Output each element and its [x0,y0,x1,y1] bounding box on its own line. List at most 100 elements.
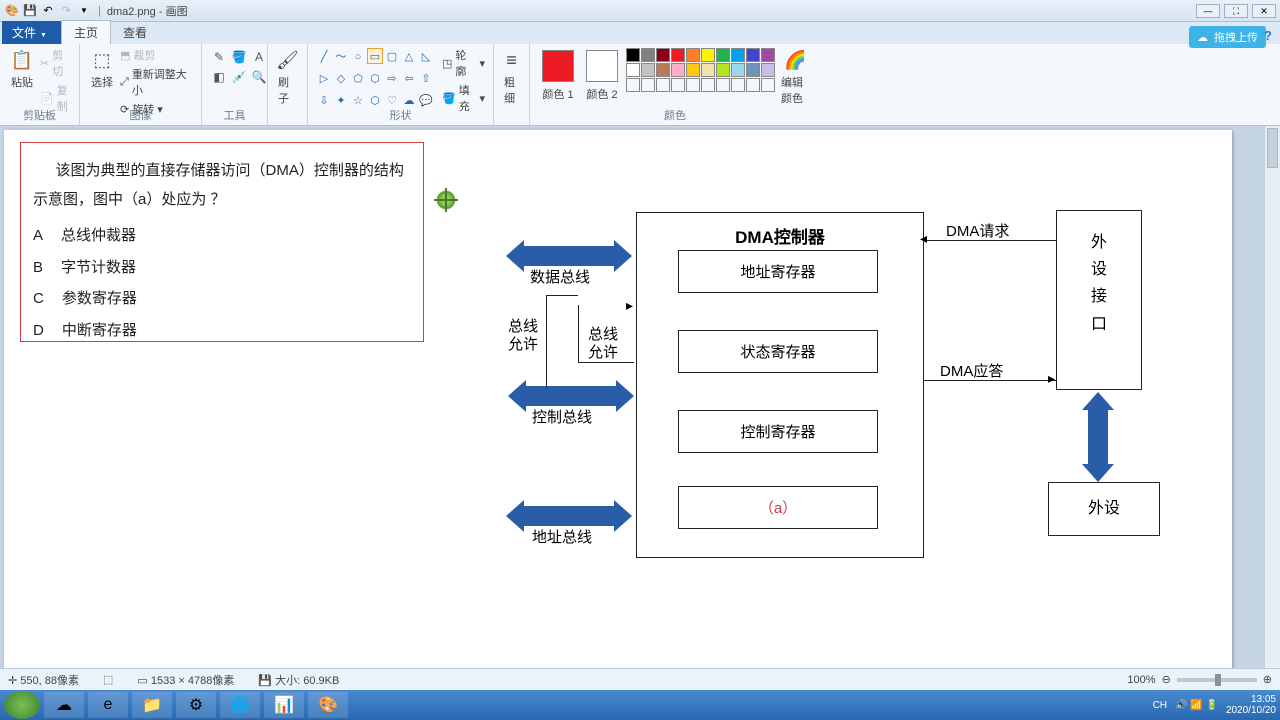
close-button[interactable]: ✕ [1252,4,1276,18]
control-bus-arrow [524,386,618,406]
taskbar-paint[interactable]: 🎨 [308,692,348,718]
dma-ack-label: DMA应答 [940,360,1003,381]
tab-bar: 文件 主页 查看 [0,22,1280,44]
pencil-tool[interactable]: ✎ [210,48,228,66]
address-bus-label: 地址总线 [532,526,592,547]
taskbar-app-3[interactable]: 📊 [264,692,304,718]
system-tray[interactable]: CH 🔊 📶 🔋 13:05 2020/10/20 [1153,694,1276,716]
text-tool[interactable]: A [250,48,268,66]
option-b: B字节计数器 [33,254,411,283]
size-group: ≡粗细 [494,44,530,125]
outline-button[interactable]: ◳轮廓 ▾ [440,46,487,80]
scrollbar-thumb[interactable] [1267,128,1278,168]
bus-allow-2: 总线允许 [586,326,620,362]
resize-button[interactable]: ⤢重新调整大小 [118,65,195,99]
data-bus-label: 数据总线 [530,266,590,287]
help-icon[interactable]: ? [1264,28,1272,43]
resize-icon: ⤢ [120,76,129,89]
color1-swatch [542,50,574,82]
color2-button[interactable]: 颜色 2 [580,46,624,104]
maximize-button[interactable]: ⛶ [1224,4,1248,18]
window-controls: — ⛶ ✕ [1196,4,1276,18]
device-box: 外设 [1048,482,1160,536]
vertical-scrollbar[interactable] [1264,126,1280,668]
select-icon: ⬚ [90,48,114,72]
minimize-button[interactable]: — [1196,4,1220,18]
titlebar: 🎨 💾 ↶ ↷ ▼ | dma2.png - 画图 — ⛶ ✕ [0,0,1280,22]
home-tab[interactable]: 主页 [61,20,111,44]
file-tab[interactable]: 文件 [2,21,61,44]
cloud-icon: ☁ [1197,31,1208,44]
outline-icon: ◳ [442,57,452,70]
size-button[interactable]: ≡粗细 [500,46,523,108]
color2-swatch [586,50,618,82]
option-c: C参数寄存器 [33,285,411,314]
shapes-group-label: 形状 [308,107,493,123]
cursor-position: ✛ 550, 88像素 [8,672,79,688]
color1-button[interactable]: 颜色 1 [536,46,580,104]
qat-dropdown-icon[interactable]: ▼ [76,3,92,19]
save-icon[interactable]: 💾 [22,3,38,19]
clipboard-group-label: 剪贴板 [0,107,79,123]
app-icon: 🎨 [4,3,20,19]
control-bus-label: 控制总线 [532,406,592,427]
crosshair-cursor [436,190,456,210]
shapes-gallery[interactable]: ╱〜○▭▢△◺ ▷◇⬠⬡⇨⇦⇧ ⇩✦☆⬡♡☁💬 [314,46,436,115]
selection-size: ⬚ [103,673,113,686]
canvas[interactable]: 该图为典型的直接存储器访问（DMA）控制器的结构示意图，图中（a）处应为 ？ A… [4,130,1232,668]
edit-colors-button[interactable]: 🌈编辑颜色 [777,46,814,108]
ribbon: 📋粘贴 ✂剪切 📄复制 剪贴板 ⬚选择 ⬒裁剪 ⤢重新调整大小 ⟳旋转 ▾ 图像… [0,44,1280,126]
start-button[interactable] [4,691,40,719]
address-bus-arrow [522,506,616,526]
brush-group: 🖌刷子 [268,44,308,125]
allow-arrowhead: ▸ [626,297,633,314]
address-register: 地址寄存器 [678,250,878,293]
req-arrowhead: ◂ [920,230,927,247]
taskbar-app-1[interactable]: ☁ [44,692,84,718]
cut-icon: ✂ [40,57,49,70]
control-register: 控制寄存器 [678,410,878,453]
tray-icons[interactable]: 🔊 📶 🔋 [1175,700,1218,711]
brush-button[interactable]: 🖌刷子 [274,46,301,108]
tools-group: ✎ 🪣 A ◧ 💉 🔍 工具 [202,44,268,125]
clock-time: 13:05 [1226,694,1276,705]
color-palette[interactable] [624,46,777,94]
option-a: A总线仲裁器 [33,222,411,251]
zoom-slider[interactable] [1177,678,1257,682]
eraser-tool[interactable]: ◧ [210,68,228,86]
colors-group-label: 颜色 [530,107,820,123]
size-icon: ≡ [500,48,524,72]
fillshape-icon: 🪣 [442,92,456,105]
brush-icon: 🖌 [276,48,300,72]
picker-tool[interactable]: 💉 [230,68,248,86]
option-d: D中断寄存器 [33,317,411,346]
taskbar-ie[interactable]: e [88,692,128,718]
redo-icon[interactable]: ↷ [58,3,74,19]
iface-char: 口 [1057,311,1141,338]
data-bus-arrow [522,246,616,266]
lang-indicator[interactable]: CH [1153,700,1167,711]
file-size: 💾 大小: 60.9KB [258,672,339,688]
taskbar-app-2[interactable]: ⚙ [176,692,216,718]
zoom-control[interactable]: 100% ⊖ ⊕ [1127,673,1272,686]
blank-register-a: （a） [678,486,878,529]
dma-request-label: DMA请求 [946,220,1009,241]
view-tab[interactable]: 查看 [111,21,159,44]
paste-button[interactable]: 📋粘贴 [6,46,38,115]
iface-char: 外 [1057,229,1141,256]
colors-group: 颜色 1 颜色 2 🌈编辑颜色 颜色 [530,44,820,125]
crop-button: ⬒裁剪 [118,46,195,64]
taskbar-explorer[interactable]: 📁 [132,692,172,718]
image-dimensions: ▭ 1533 × 4788像素 [137,672,234,688]
zoom-in-button[interactable]: ⊕ [1263,673,1272,686]
taskbar-browser[interactable]: 🌐 [220,692,260,718]
magnifier-tool[interactable]: 🔍 [250,68,268,86]
paste-icon: 📋 [10,48,34,72]
bus-allow-1: 总线允许 [506,318,540,354]
canvas-area[interactable]: 该图为典型的直接存储器访问（DMA）控制器的结构示意图，图中（a）处应为 ？ A… [0,126,1264,668]
fill-tool[interactable]: 🪣 [230,48,248,66]
zoom-out-button[interactable]: ⊖ [1162,673,1171,686]
cloud-upload-button[interactable]: ☁ 拖拽上传 [1189,26,1266,48]
clipboard-group: 📋粘贴 ✂剪切 📄复制 剪贴板 [0,44,80,125]
undo-icon[interactable]: ↶ [40,3,56,19]
